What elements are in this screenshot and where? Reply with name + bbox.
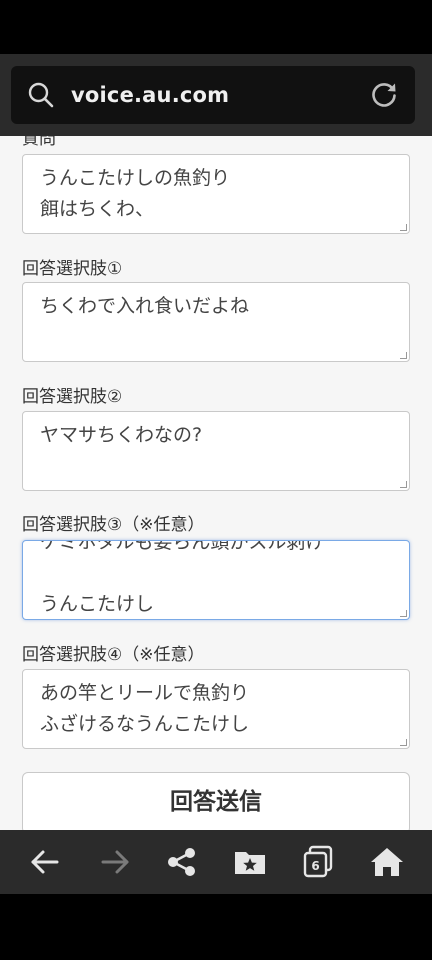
reload-icon[interactable] — [369, 80, 399, 110]
forward-button[interactable] — [96, 843, 134, 881]
status-bar — [0, 0, 432, 54]
url-text: voice.au.com — [71, 83, 230, 107]
home-button[interactable] — [368, 843, 406, 881]
bookmark-folder-icon — [235, 852, 265, 874]
choice3-textarea[interactable]: ケミホタルも要らん頭かスル剥け うんこたけし — [22, 540, 410, 620]
tabs-icon: 6 — [303, 845, 333, 878]
resize-handle[interactable] — [400, 224, 407, 231]
browser-bottom-nav: 6 — [0, 830, 432, 894]
choice2-label: 回答選択肢② — [22, 387, 123, 407]
textarea-line: ヤマサちくわなの? — [40, 424, 203, 446]
share-icon — [168, 848, 195, 876]
share-button[interactable] — [163, 843, 201, 881]
choice1-label: 回答選択肢① — [22, 259, 123, 279]
submit-button[interactable]: 回答送信 — [22, 772, 410, 830]
home-icon — [371, 848, 403, 876]
back-button[interactable] — [26, 843, 64, 881]
tab-count: 6 — [311, 859, 319, 873]
choice3-label: 回答選択肢③（※任意） — [22, 515, 205, 535]
bookmarks-button[interactable] — [231, 843, 269, 881]
question-label: 質問 — [22, 136, 56, 149]
textarea-line: ケミホタルも要らん頭かスル剥け — [40, 540, 325, 553]
textarea-line: あの竿とリールで魚釣り — [40, 682, 250, 704]
arrow-right-icon — [101, 850, 129, 874]
choice4-label: 回答選択肢④（※任意） — [22, 645, 205, 665]
tabs-button[interactable]: 6 — [299, 843, 337, 881]
page-content: 質問 うんこたけしの魚釣り 餌はちくわ、 回答選択肢① ちくわで入れ食いだよね … — [0, 136, 432, 830]
question-textarea[interactable]: うんこたけしの魚釣り 餌はちくわ、 — [22, 154, 410, 234]
textarea-line — [40, 558, 392, 589]
textarea-line: ちくわで入れ食いだよね — [40, 295, 250, 317]
textarea-line: うんこたけし — [40, 593, 155, 615]
textarea-line: ふざけるなうんこたけし — [40, 713, 250, 735]
resize-handle[interactable] — [400, 610, 407, 617]
system-navigation-bar — [0, 894, 432, 960]
search-icon — [28, 82, 54, 108]
resize-handle[interactable] — [400, 481, 407, 488]
arrow-left-icon — [31, 850, 59, 874]
browser-toolbar: voice.au.com — [0, 54, 432, 136]
choice2-textarea[interactable]: ヤマサちくわなの? — [22, 411, 410, 491]
address-bar[interactable]: voice.au.com — [11, 66, 415, 124]
textarea-line: うんこたけしの魚釣り — [40, 167, 231, 189]
textarea-line: 餌はちくわ、 — [40, 198, 155, 220]
choice1-textarea[interactable]: ちくわで入れ食いだよね — [22, 282, 410, 362]
resize-handle[interactable] — [400, 352, 407, 359]
choice4-textarea[interactable]: あの竿とリールで魚釣り ふざけるなうんこたけし — [22, 669, 410, 749]
resize-handle[interactable] — [400, 739, 407, 746]
